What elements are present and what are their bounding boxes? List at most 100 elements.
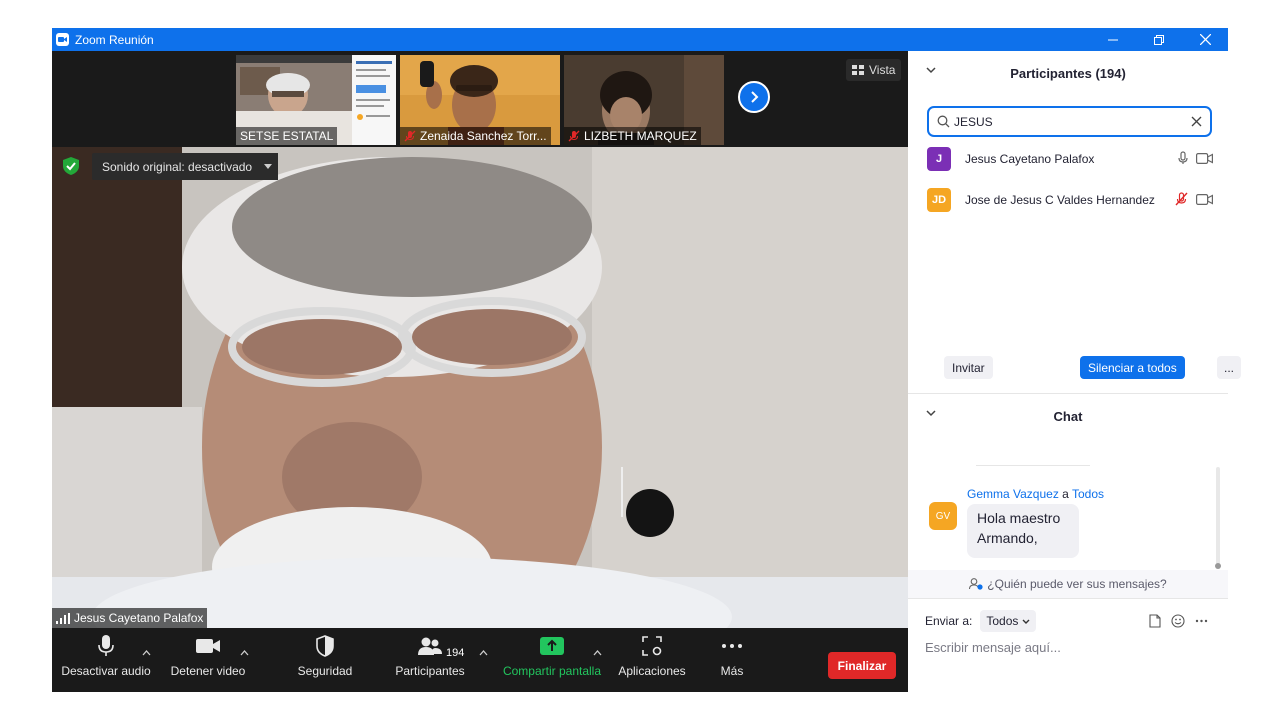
- emoji-icon[interactable]: [1171, 614, 1185, 628]
- search-icon: [937, 115, 950, 128]
- active-speaker-video: Sonido original: desactivado Jesus Cayet…: [52, 147, 908, 628]
- participant-search[interactable]: [927, 106, 1212, 137]
- thumbnail-name: LIZBETH MARQUEZ: [584, 129, 697, 143]
- video-camera-icon[interactable]: [1196, 193, 1213, 205]
- apps-label: Aplicaciones: [618, 664, 686, 678]
- view-label: Vista: [869, 63, 896, 77]
- security-button[interactable]: Seguridad: [290, 628, 360, 692]
- caret-up-icon: [593, 650, 601, 656]
- panel-divider: [908, 598, 1228, 599]
- caret-up-icon: [142, 650, 150, 656]
- thumbnail-strip: SETSE ESTATAL Zenaida Sanchez Torr... LI…: [52, 51, 908, 147]
- encryption-shield-icon[interactable]: [61, 156, 81, 176]
- participants-options-caret[interactable]: [476, 646, 490, 660]
- send-to-label: Enviar a:: [925, 614, 973, 628]
- zoom-window: Zoom Reunión SETSE ESTATAL Zenaida Sanch…: [52, 28, 1241, 692]
- participant-name-label: LIZBETH MARQUEZ: [564, 127, 701, 145]
- share-options-caret[interactable]: [590, 646, 604, 660]
- restore-button[interactable]: [1136, 28, 1182, 51]
- participant-name: Jose de Jesus C Valdes Hernandez: [965, 193, 1155, 207]
- mic-off-icon: [404, 130, 416, 142]
- who-can-see-messages[interactable]: ¿Quién puede ver sus mensajes?: [908, 570, 1228, 598]
- participant-name: Jesus Cayetano Palafox: [965, 152, 1095, 166]
- chevron-down-icon[interactable]: [926, 67, 936, 74]
- caret-down-icon: [264, 164, 272, 169]
- video-thumbnail[interactable]: Zenaida Sanchez Torr...: [400, 55, 560, 145]
- minimize-icon: [1108, 39, 1118, 40]
- video-stage: SETSE ESTATAL Zenaida Sanchez Torr... LI…: [52, 51, 908, 628]
- participant-row[interactable]: J Jesus Cayetano Palafox: [927, 145, 1217, 173]
- mic-muted-icon[interactable]: [1175, 192, 1188, 206]
- participants-panel-title: Participantes (194): [1010, 65, 1126, 81]
- participants-panel-header: Participantes (194): [908, 51, 1228, 95]
- chevron-down-icon[interactable]: [926, 410, 936, 417]
- mic-off-icon: [568, 130, 580, 142]
- chat-scroll-thumb[interactable]: [1215, 563, 1221, 569]
- video-camera-icon: [196, 639, 220, 653]
- speaker-name-label: Jesus Cayetano Palafox: [52, 608, 208, 628]
- more-button[interactable]: Más: [712, 628, 752, 692]
- restore-icon: [1154, 34, 1164, 45]
- meeting-toolbar: Desactivar audio Detener video Seguridad…: [52, 628, 908, 692]
- close-window-button[interactable]: [1182, 28, 1228, 51]
- chat-recipient[interactable]: Todos: [1072, 487, 1104, 501]
- speaker-name: Jesus Cayetano Palafox: [74, 611, 204, 625]
- stop-video-button[interactable]: Detener video: [168, 628, 248, 692]
- participant-row[interactable]: JD Jose de Jesus C Valdes Hernandez: [927, 186, 1217, 214]
- file-icon[interactable]: [1149, 614, 1161, 628]
- chat-panel-header: Chat: [908, 394, 1228, 438]
- mute-all-button[interactable]: Silenciar a todos: [1080, 356, 1185, 379]
- share-screen-button[interactable]: Compartir pantalla: [500, 628, 604, 692]
- video-thumbnail[interactable]: LIZBETH MARQUEZ: [564, 55, 724, 145]
- share-screen-label: Compartir pantalla: [502, 664, 602, 678]
- participants-icon: [418, 637, 442, 655]
- video-thumbnail[interactable]: SETSE ESTATAL: [236, 55, 396, 145]
- minimize-button[interactable]: [1090, 28, 1136, 51]
- caret-up-icon: [240, 650, 248, 656]
- chat-separator: [976, 465, 1090, 466]
- more-icon[interactable]: [1195, 619, 1208, 623]
- send-to-value: Todos: [986, 614, 1019, 628]
- chat-message-header: Gemma Vazquez a Todos: [967, 487, 1104, 501]
- more-icon: [722, 644, 742, 648]
- security-shield-icon: [316, 635, 334, 657]
- apps-button[interactable]: Aplicaciones: [612, 628, 692, 692]
- original-sound-label: Sonido original: desactivado: [102, 159, 253, 174]
- end-meeting-button[interactable]: Finalizar: [828, 652, 896, 679]
- chat-scrollbar[interactable]: [1216, 467, 1220, 565]
- view-button[interactable]: Vista: [846, 59, 902, 81]
- close-icon: [1199, 34, 1211, 45]
- next-page-button[interactable]: [738, 81, 770, 113]
- zoom-logo-icon: [56, 33, 69, 46]
- video-options-caret[interactable]: [237, 646, 251, 660]
- avatar: J: [927, 147, 951, 171]
- side-panel: Participantes (194) J Jesus Cayetano Pal…: [908, 51, 1241, 692]
- microphone-icon[interactable]: [1178, 151, 1188, 165]
- send-to-row: Enviar a: Todos: [925, 610, 1037, 632]
- audio-options-caret[interactable]: [139, 646, 153, 660]
- participant-name-label: SETSE ESTATAL: [236, 127, 338, 145]
- send-to-select[interactable]: Todos: [980, 610, 1037, 632]
- microphone-icon: [98, 635, 114, 656]
- chat-message-line: Armando,: [977, 530, 1038, 546]
- participants-button[interactable]: Participantes: [392, 628, 468, 692]
- participants-more-button[interactable]: ...: [1217, 356, 1241, 379]
- chevron-right-icon: [751, 91, 759, 103]
- mute-audio-button[interactable]: Desactivar audio: [61, 628, 151, 692]
- chat-message-input[interactable]: [925, 640, 1205, 655]
- chat-sender[interactable]: Gemma Vazquez: [967, 487, 1059, 501]
- apps-icon: [642, 636, 662, 656]
- original-sound-menu-button[interactable]: [258, 153, 278, 180]
- video-feed: [52, 147, 908, 628]
- user-info-icon: [969, 578, 983, 590]
- chat-to-word: a: [1062, 487, 1069, 501]
- participant-search-input[interactable]: [954, 114, 1184, 129]
- invite-button[interactable]: Invitar: [944, 356, 993, 379]
- thumbnail-name: Zenaida Sanchez Torr...: [420, 129, 547, 143]
- original-sound-button[interactable]: Sonido original: desactivado: [92, 153, 263, 180]
- video-camera-icon[interactable]: [1196, 152, 1213, 164]
- clear-search-icon[interactable]: [1191, 116, 1202, 127]
- chat-tools: [1149, 614, 1208, 628]
- mute-all-label: Silenciar a todos: [1088, 360, 1177, 375]
- signal-strength-icon: [56, 612, 70, 624]
